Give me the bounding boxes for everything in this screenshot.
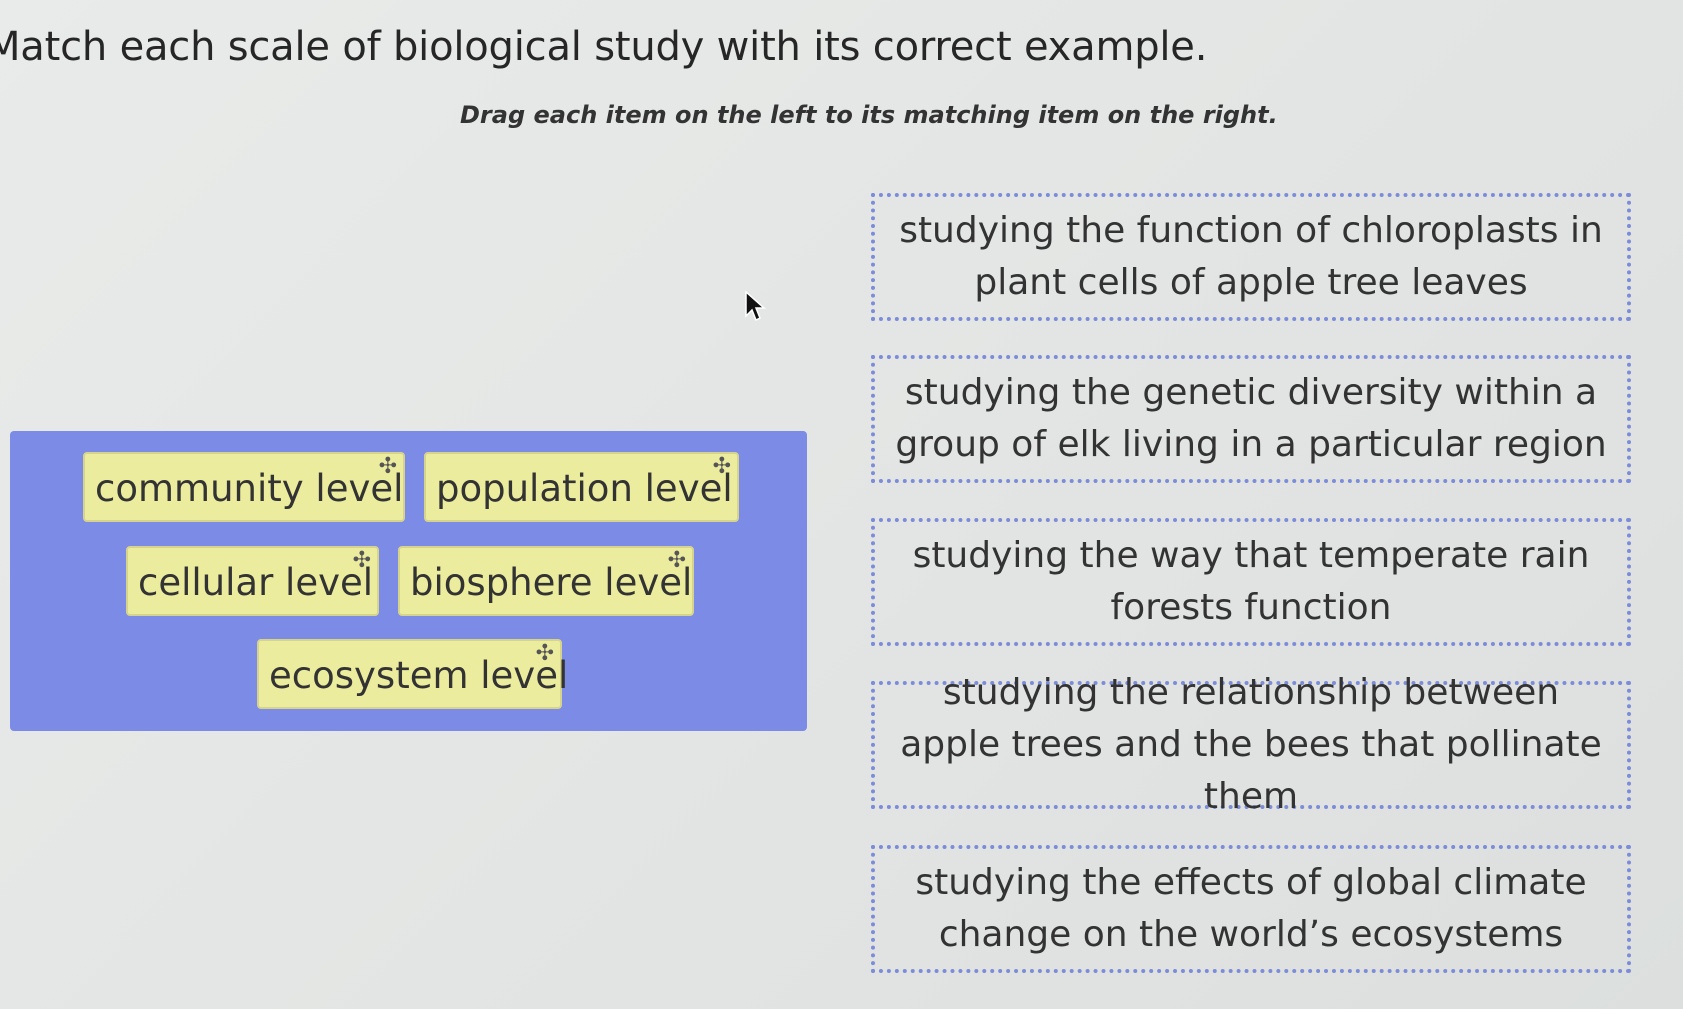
drag-item-ecosystem-level[interactable]: ecosystem level ✣ xyxy=(257,639,568,709)
instructions-text: Drag each item on the left to its matchi… xyxy=(460,101,1278,129)
drag-item-label: community level xyxy=(95,467,404,510)
drag-item-community-level[interactable]: community level ✣ xyxy=(83,452,405,522)
target-text: studying the function of chloroplasts in… xyxy=(899,210,1603,303)
target-text: studying the way that temperate rain for… xyxy=(912,535,1590,628)
drag-handle-icon: ✣ xyxy=(712,454,731,479)
page-title: Match each scale of biological study wit… xyxy=(0,24,1208,70)
source-items-bank[interactable]: community level ✣ population level ✣ cel… xyxy=(10,431,807,731)
drag-item-population-level[interactable]: population level ✣ xyxy=(424,452,739,522)
drop-target-5[interactable]: studying the effects of global climate c… xyxy=(871,845,1631,973)
drag-handle-icon: ✣ xyxy=(352,548,371,573)
drop-target-1[interactable]: studying the function of chloroplasts in… xyxy=(871,193,1631,321)
drag-handle-icon: ✣ xyxy=(535,641,554,666)
drop-target-2[interactable]: studying the genetic diversity within a … xyxy=(871,355,1631,483)
mouse-pointer-icon xyxy=(745,290,766,322)
drag-item-label: ecosystem level xyxy=(269,654,569,697)
drop-target-3[interactable]: studying the way that temperate rain for… xyxy=(871,518,1631,646)
drag-handle-icon: ✣ xyxy=(667,548,686,573)
drag-handle-icon: ✣ xyxy=(378,454,397,479)
drag-item-label: population level xyxy=(436,467,733,510)
target-text: studying the relationship between apple … xyxy=(900,672,1602,817)
drag-item-cellular-level[interactable]: cellular level ✣ xyxy=(126,546,379,616)
drag-item-label: biosphere level xyxy=(410,561,693,604)
target-text: studying the effects of global climate c… xyxy=(915,862,1587,955)
drag-item-biosphere-level[interactable]: biosphere level ✣ xyxy=(398,546,694,616)
drag-item-label: cellular level xyxy=(138,561,374,604)
target-text: studying the genetic diversity within a … xyxy=(895,372,1607,465)
drop-target-4[interactable]: studying the relationship between apple … xyxy=(871,672,1631,817)
